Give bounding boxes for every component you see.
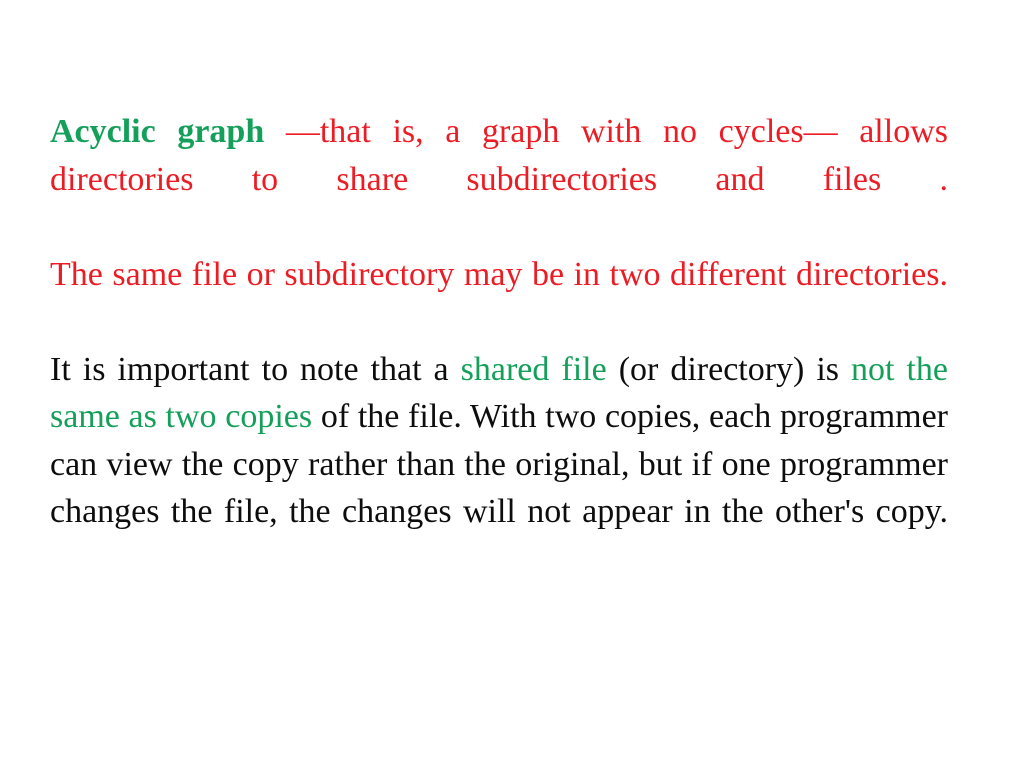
term-acyclic-graph: Acyclic graph bbox=[50, 113, 265, 150]
paragraph-same-file-body: The same file or subdirectory may be in … bbox=[50, 255, 948, 293]
shared-file-mid: (or directory) is bbox=[606, 350, 852, 388]
paragraph-shared-file: It is important to note that a shared fi… bbox=[50, 346, 948, 584]
slide-canvas: Acyclic graph —that is, a graph with no … bbox=[0, 0, 1024, 768]
slide-text-body: Acyclic graph —that is, a graph with no … bbox=[50, 108, 948, 583]
paragraph-same-file: The same file or subdirectory may be in … bbox=[50, 251, 948, 346]
paragraph-acyclic-graph: Acyclic graph —that is, a graph with no … bbox=[50, 108, 948, 251]
shared-file-lead-in: It is important to note that a bbox=[50, 350, 461, 388]
highlight-shared-file: shared file bbox=[460, 350, 607, 388]
